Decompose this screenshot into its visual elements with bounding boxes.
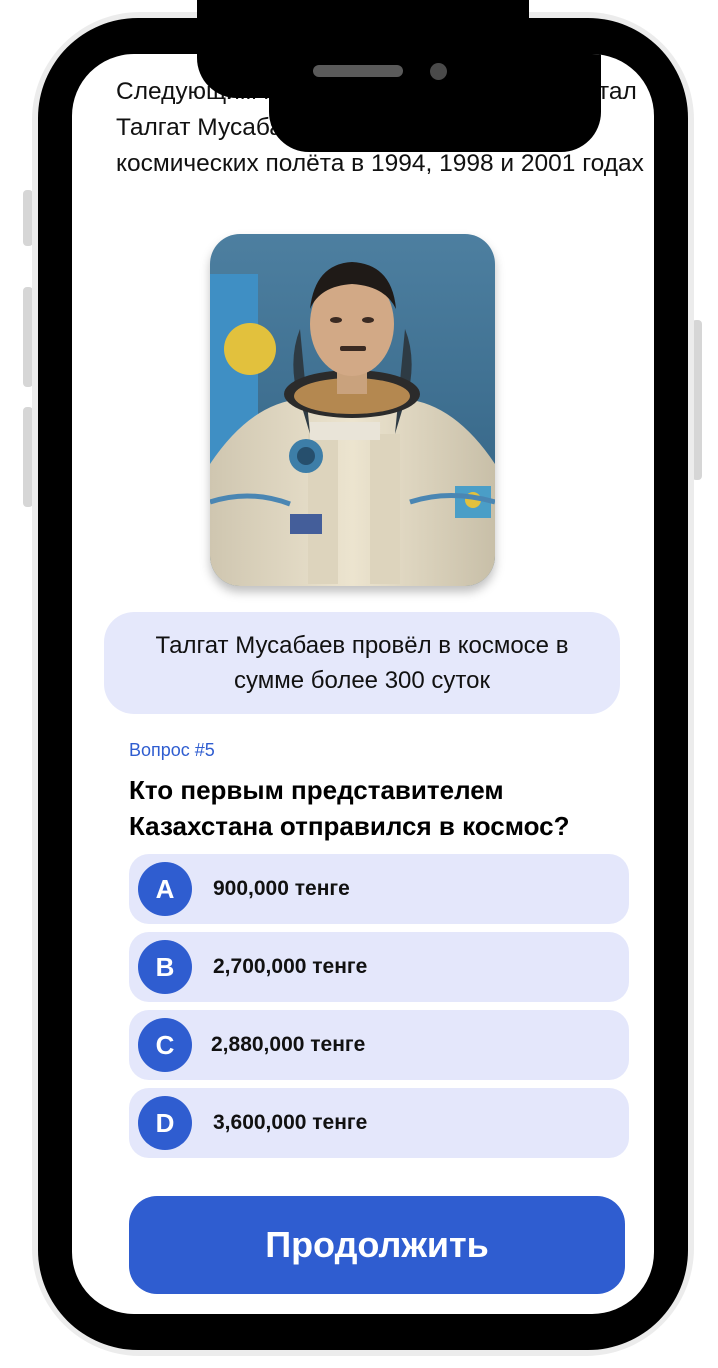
camera-notch [197,0,529,98]
phone-screen: Следующим космонавтом из Казахстана стал… [72,54,654,1314]
front-camera [430,63,447,80]
answer-option-b[interactable]: B 2,700,000 тенге [129,932,629,1002]
answer-option-a[interactable]: A 900,000 тенге [129,854,629,924]
fact-text: Талгат Мусабаев провёл в космосе в сумме… [155,632,569,694]
option-letter-badge: C [138,1018,192,1072]
question-text: Кто первым представителем Казахстана отп… [129,775,570,841]
astronaut-photo [210,234,495,586]
continue-button[interactable]: Продолжить [129,1196,625,1294]
question-number: Вопрос #5 [129,740,215,760]
option-label: 900,000 тенге [213,877,350,900]
option-label: 2,700,000 тенге [213,955,368,978]
answer-option-d[interactable]: D 3,600,000 тенге [129,1088,629,1158]
fact-bubble: Талгат Мусабаев провёл в космосе в сумме… [104,612,620,714]
option-letter-badge: B [138,940,192,994]
option-letter-badge: A [138,862,192,916]
option-letter-badge: D [138,1096,192,1150]
option-label: 3,600,000 тенге [213,1111,368,1134]
option-label: 2,880,000 тенге [211,1033,366,1056]
speaker-grille [313,65,403,77]
answer-option-c[interactable]: C 2,880,000 тенге [129,1010,629,1080]
